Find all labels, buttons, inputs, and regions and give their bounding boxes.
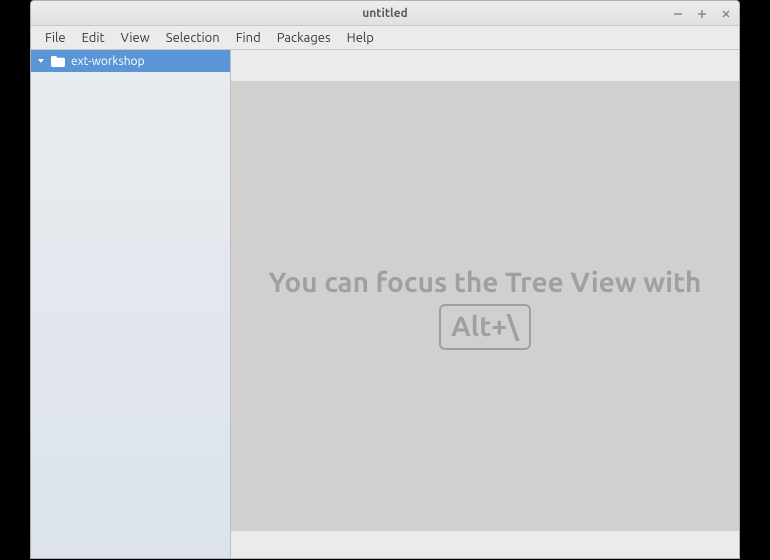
menu-file[interactable]: File bbox=[37, 28, 74, 48]
app-window: untitled File Edit View Selection Find P… bbox=[30, 0, 740, 559]
menu-help[interactable]: Help bbox=[339, 28, 382, 48]
menu-view[interactable]: View bbox=[113, 28, 158, 48]
status-bar[interactable] bbox=[231, 530, 739, 558]
main-pane: You can focus the Tree View with Alt+\ bbox=[231, 50, 739, 558]
minimize-button[interactable] bbox=[671, 7, 685, 21]
editor-area[interactable]: You can focus the Tree View with Alt+\ bbox=[231, 82, 739, 530]
folder-icon bbox=[51, 56, 65, 67]
tree-root-item[interactable]: ext-workshop bbox=[31, 50, 230, 72]
hint-shortcut-key: Alt+\ bbox=[439, 304, 531, 350]
hint-prefix: You can focus the Tree View with bbox=[269, 267, 702, 298]
tab-strip[interactable] bbox=[231, 50, 739, 82]
window-controls bbox=[671, 1, 733, 26]
tree-view-panel[interactable]: ext-workshop bbox=[31, 50, 231, 558]
maximize-button[interactable] bbox=[695, 7, 709, 21]
menu-edit[interactable]: Edit bbox=[74, 28, 113, 48]
close-button[interactable] bbox=[719, 7, 733, 21]
titlebar: untitled bbox=[31, 1, 739, 26]
tree-item-label: ext-workshop bbox=[71, 55, 145, 68]
body-area: ext-workshop You can focus the Tree View… bbox=[31, 50, 739, 558]
menu-packages[interactable]: Packages bbox=[269, 28, 339, 48]
menu-find[interactable]: Find bbox=[228, 28, 269, 48]
chevron-down-icon bbox=[37, 57, 45, 65]
minimize-icon bbox=[673, 9, 683, 19]
menubar: File Edit View Selection Find Packages H… bbox=[31, 26, 739, 50]
editor-hint: You can focus the Tree View with Alt+\ bbox=[261, 262, 709, 350]
maximize-icon bbox=[697, 9, 707, 19]
menu-selection[interactable]: Selection bbox=[158, 28, 228, 48]
window-title: untitled bbox=[362, 7, 407, 20]
close-icon bbox=[721, 9, 731, 19]
